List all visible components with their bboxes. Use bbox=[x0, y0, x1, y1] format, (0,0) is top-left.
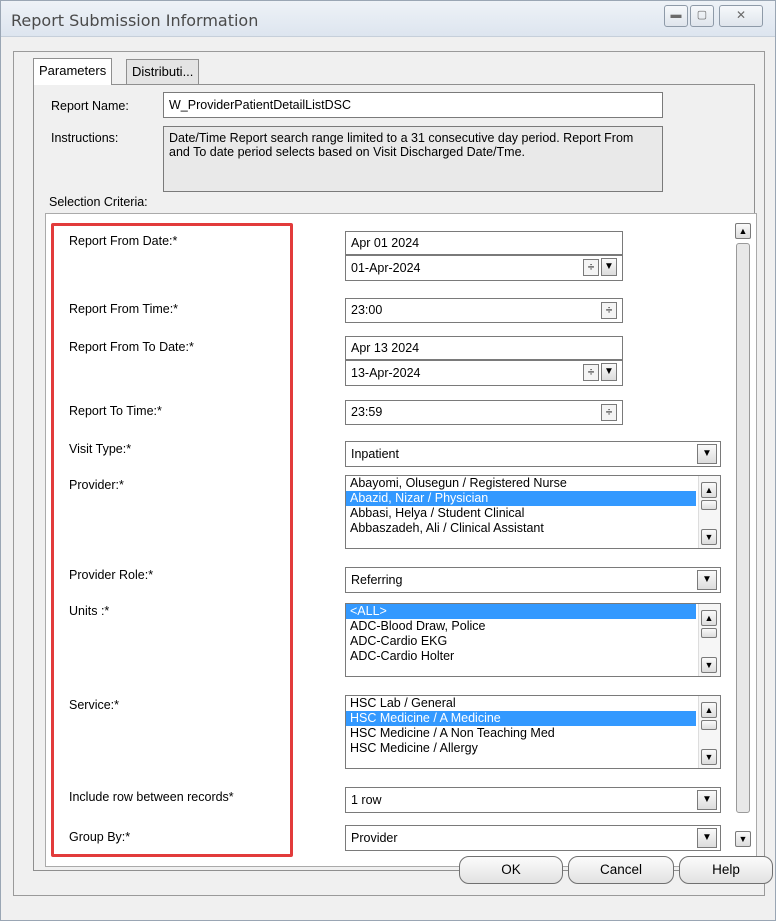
provider-scrollbar[interactable]: ▲ ▼ bbox=[698, 476, 720, 548]
scroll-up-icon[interactable]: ▲ bbox=[701, 482, 717, 498]
selection-criteria-label: Selection Criteria: bbox=[49, 195, 148, 209]
provider-list[interactable]: Abayomi, Olusegun / Registered Nurse Aba… bbox=[345, 475, 721, 549]
scroll-down-icon[interactable]: ▼ bbox=[735, 831, 751, 847]
group-by-select[interactable]: Provider bbox=[345, 825, 721, 851]
list-item[interactable]: <ALL> bbox=[346, 604, 696, 619]
list-item[interactable]: HSC Lab / General bbox=[346, 696, 696, 711]
provider-label: Provider:* bbox=[69, 478, 124, 492]
instructions-text: Date/Time Report search range limited to… bbox=[163, 126, 663, 192]
close-icon[interactable]: ✕ bbox=[719, 5, 763, 27]
tab-parameters[interactable]: Parameters bbox=[33, 58, 113, 85]
visit-type-select[interactable]: Inpatient bbox=[345, 441, 721, 467]
scroll-up-icon[interactable]: ▲ bbox=[701, 702, 717, 718]
report-to-date-picker[interactable]: 13-Apr-2024 bbox=[345, 360, 623, 386]
provider-role-dropdown-icon[interactable]: ▼ bbox=[697, 570, 717, 590]
list-item[interactable]: ADC-Blood Draw, Police bbox=[346, 619, 696, 634]
service-scrollbar[interactable]: ▲ ▼ bbox=[698, 696, 720, 768]
report-name-label: Report Name: bbox=[51, 99, 129, 113]
visit-type-dropdown-icon[interactable]: ▼ bbox=[697, 444, 717, 464]
report-to-date-text[interactable]: Apr 13 2024 bbox=[345, 336, 623, 360]
from-date-spin-icon[interactable]: ÷ bbox=[583, 259, 599, 276]
scroll-thumb[interactable] bbox=[701, 720, 717, 730]
cancel-button[interactable]: Cancel bbox=[568, 856, 674, 884]
provider-role-select[interactable]: Referring bbox=[345, 567, 721, 593]
report-from-date-picker[interactable]: 01-Apr-2024 bbox=[345, 255, 623, 281]
instructions-label: Instructions: bbox=[51, 131, 119, 145]
provider-role-label: Provider Role:* bbox=[69, 568, 154, 582]
list-item[interactable]: Abbaszadeh, Ali / Clinical Assistant bbox=[346, 521, 696, 536]
report-from-date-text[interactable]: Apr 01 2024 bbox=[345, 231, 623, 255]
report-name-field: W_ProviderPatientDetailListDSC bbox=[163, 92, 663, 118]
title-bar[interactable]: Report Submission Information ▬ ▢ ✕ bbox=[1, 1, 775, 37]
scroll-up-icon[interactable]: ▲ bbox=[701, 610, 717, 626]
service-list[interactable]: HSC Lab / General HSC Medicine / A Medic… bbox=[345, 695, 721, 769]
list-item[interactable]: Abbasi, Helya / Student Clinical bbox=[346, 506, 696, 521]
scroll-down-icon[interactable]: ▼ bbox=[701, 657, 717, 673]
scroll-thumb[interactable] bbox=[701, 628, 717, 638]
list-item[interactable]: ADC-Cardio Holter bbox=[346, 649, 696, 664]
list-item[interactable]: HSC Medicine / A Non Teaching Med bbox=[346, 726, 696, 741]
report-from-time-label: Report From Time:* bbox=[69, 302, 179, 316]
to-date-spin-icon[interactable]: ÷ bbox=[583, 364, 599, 381]
list-item[interactable]: HSC Medicine / A Medicine bbox=[346, 711, 696, 726]
units-label: Units :* bbox=[69, 604, 110, 618]
tab-distribution[interactable]: Distributi... bbox=[126, 59, 200, 84]
required-fields-highlight bbox=[51, 223, 293, 857]
group-by-dropdown-icon[interactable]: ▼ bbox=[697, 828, 717, 848]
list-item[interactable]: Abayomi, Olusegun / Registered Nurse bbox=[346, 476, 696, 491]
report-to-time-field[interactable]: 23:59 bbox=[345, 400, 623, 425]
report-from-date-label: Report From Date:* bbox=[69, 234, 178, 248]
include-row-dropdown-icon[interactable]: ▼ bbox=[697, 790, 717, 810]
service-label: Service:* bbox=[69, 698, 120, 712]
help-button[interactable]: Help bbox=[679, 856, 773, 884]
to-time-spin-icon[interactable]: ÷ bbox=[601, 404, 617, 421]
report-to-date-label: Report From To Date:* bbox=[69, 340, 194, 354]
scroll-down-icon[interactable]: ▼ bbox=[701, 749, 717, 765]
from-date-dropdown-icon[interactable]: ▼ bbox=[601, 258, 617, 276]
from-time-spin-icon[interactable]: ÷ bbox=[601, 302, 617, 319]
report-submission-window: Report Submission Information ▬ ▢ ✕ Para… bbox=[0, 0, 776, 921]
scroll-thumb[interactable] bbox=[736, 243, 750, 813]
visit-type-label: Visit Type:* bbox=[69, 442, 132, 456]
include-row-select[interactable]: 1 row bbox=[345, 787, 721, 813]
scroll-thumb[interactable] bbox=[701, 500, 717, 510]
units-list[interactable]: <ALL> ADC-Blood Draw, Police ADC-Cardio … bbox=[345, 603, 721, 677]
to-date-dropdown-icon[interactable]: ▼ bbox=[601, 363, 617, 381]
ok-button[interactable]: OK bbox=[459, 856, 563, 884]
list-item[interactable]: HSC Medicine / Allergy bbox=[346, 741, 696, 756]
scroll-up-icon[interactable]: ▲ bbox=[735, 223, 751, 239]
report-from-time-field[interactable]: 23:00 bbox=[345, 298, 623, 323]
report-to-time-label: Report To Time:* bbox=[69, 404, 162, 418]
units-scrollbar[interactable]: ▲ ▼ bbox=[698, 604, 720, 676]
window-title: Report Submission Information bbox=[11, 11, 259, 30]
minimize-icon[interactable]: ▬ bbox=[664, 5, 688, 27]
scroll-down-icon[interactable]: ▼ bbox=[701, 529, 717, 545]
list-item[interactable]: ADC-Cardio EKG bbox=[346, 634, 696, 649]
criteria-scrollbar[interactable]: ▲ ▼ bbox=[735, 219, 753, 859]
list-item[interactable]: Abazid, Nizar / Physician bbox=[346, 491, 696, 506]
maximize-icon[interactable]: ▢ bbox=[690, 5, 714, 27]
include-row-label: Include row between records* bbox=[69, 790, 234, 804]
group-by-label: Group By:* bbox=[69, 830, 131, 844]
